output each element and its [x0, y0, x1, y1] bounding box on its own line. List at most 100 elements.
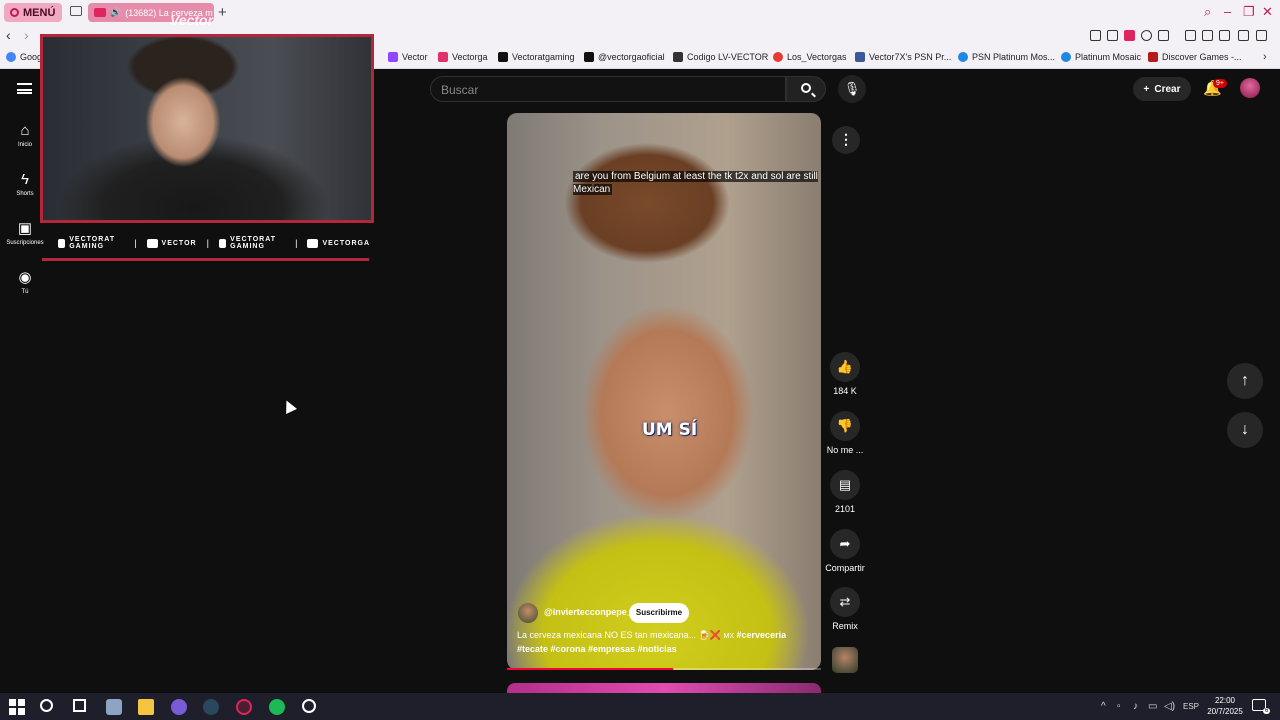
- tray-app-icon[interactable]: ▫: [1117, 701, 1121, 712]
- spotify-icon[interactable]: [269, 699, 285, 715]
- account-avatar[interactable]: [1240, 78, 1260, 98]
- account-icon[interactable]: [1219, 30, 1230, 41]
- heart-icon[interactable]: [1158, 30, 1169, 41]
- short-video-player[interactable]: [507, 113, 821, 670]
- task-view-icon[interactable]: [73, 699, 86, 712]
- minimize-button[interactable]: –: [1224, 4, 1231, 19]
- bookmark-los-vectorgas[interactable]: Los_Vectorgas: [773, 52, 847, 62]
- bookmark-discover-games[interactable]: Discover Games -...: [1148, 52, 1242, 62]
- discord-icon[interactable]: [171, 699, 187, 715]
- separator: |: [134, 238, 137, 248]
- webcam-logo: Vector: [170, 12, 214, 28]
- back-arrow-icon[interactable]: ‹: [6, 27, 11, 43]
- bookmark-vectoratgaming[interactable]: Vectoratgaming: [498, 52, 575, 62]
- tiktok-icon: [584, 52, 594, 62]
- extension-d-icon[interactable]: [1185, 30, 1196, 41]
- more-options-button[interactable]: ⋮: [832, 126, 860, 154]
- share-icon: ➦: [830, 529, 860, 559]
- hamburger-menu-icon[interactable]: [17, 83, 32, 94]
- comments-button[interactable]: ▤ 2101: [822, 470, 868, 514]
- forward-arrow-icon[interactable]: ›: [24, 27, 29, 43]
- tab-island-icon[interactable]: [70, 6, 82, 16]
- pin-icon[interactable]: [1090, 30, 1101, 41]
- previous-short-button[interactable]: ↑: [1227, 363, 1263, 399]
- microphone-icon: 🎙: [843, 81, 861, 96]
- social-bar-underline: [42, 258, 369, 261]
- next-short-button[interactable]: ↓: [1227, 412, 1263, 448]
- share-button[interactable]: ➦ Compartir: [822, 529, 868, 573]
- sound-thumbnail[interactable]: [832, 647, 858, 673]
- reddit-icon: [773, 52, 783, 62]
- bookmark-vectorga[interactable]: Vectorga: [438, 52, 488, 62]
- bookmark-google[interactable]: Goog: [6, 52, 42, 62]
- browser-menu-button[interactable]: MENÚ: [4, 3, 62, 22]
- speaker-icon: 🔊: [110, 7, 122, 17]
- bookmark-codigo[interactable]: Codigo LV-VECTOR: [673, 52, 768, 62]
- extensions-icon[interactable]: [1202, 30, 1213, 41]
- thumbs-down-icon: 👎: [830, 411, 860, 441]
- thumbs-up-icon: 👍: [830, 352, 860, 382]
- bookmark-psn-profile[interactable]: Vector7X's PSN Pr...: [855, 52, 951, 62]
- create-button[interactable]: + Crear: [1133, 77, 1191, 101]
- download-icon[interactable]: [1238, 30, 1249, 41]
- twitter-icon: [218, 238, 227, 248]
- network-icon[interactable]: ▭: [1148, 701, 1157, 712]
- obs-icon[interactable]: [302, 699, 316, 713]
- explorer-app-icon[interactable]: [106, 699, 122, 715]
- remix-button[interactable]: ⇄ Remix: [822, 587, 868, 631]
- remix-icon: ⇄: [830, 587, 860, 617]
- subscribe-button[interactable]: Suscribirme: [629, 603, 689, 623]
- snapshot-icon[interactable]: [1107, 30, 1118, 41]
- twitch-icon: [388, 52, 398, 62]
- search-icon: [801, 83, 811, 93]
- volume-icon[interactable]: ◁): [1164, 701, 1175, 712]
- hashtag-link[interactable]: #cerveceria: [737, 630, 787, 640]
- windows-taskbar: [0, 693, 1280, 720]
- notification-badge: 9+: [1213, 79, 1227, 88]
- bookmark-psn-mosaic[interactable]: PSN Platinum Mos...: [958, 52, 1055, 62]
- you-icon: ◉: [18, 269, 32, 286]
- video-description[interactable]: La cerveza mexicana NO ES tan mexicana..…: [517, 629, 807, 656]
- microphone-icon[interactable]: ♪: [1133, 701, 1138, 712]
- search-icon[interactable]: [40, 699, 53, 712]
- close-button[interactable]: ✕: [1262, 4, 1273, 20]
- channel-name[interactable]: @inviertecconpepe_: [544, 607, 632, 617]
- tray-overflow-icon[interactable]: ^: [1101, 701, 1106, 712]
- new-tab-button[interactable]: +: [218, 4, 227, 21]
- twitch-icon: [146, 238, 158, 248]
- folder-icon[interactable]: [138, 699, 154, 715]
- sidebar-item-you[interactable]: ◉ Tú: [0, 269, 50, 295]
- globe-icon: [1061, 52, 1071, 62]
- google-icon: [6, 52, 16, 62]
- language-indicator[interactable]: ESP: [1183, 702, 1199, 711]
- separator: |: [206, 238, 209, 248]
- bookmark-icon: [673, 52, 683, 62]
- x-icon: [498, 52, 508, 62]
- bookmark-platinum-mosaic[interactable]: Platinum Mosaic: [1061, 52, 1141, 62]
- next-short-preview[interactable]: [507, 683, 821, 693]
- steam-icon[interactable]: [203, 699, 219, 715]
- search-button[interactable]: [786, 76, 826, 102]
- pocket-icon[interactable]: [1124, 30, 1135, 41]
- maximize-button[interactable]: ❐: [1243, 4, 1255, 20]
- hashtag-link[interactable]: #tecate #corona #empresas #noticias: [517, 644, 677, 654]
- bookmark-vector[interactable]: Vector: [388, 52, 428, 62]
- search-tabs-icon[interactable]: ⌕: [1204, 4, 1211, 20]
- opera-gx-icon[interactable]: [236, 699, 252, 715]
- easy-setup-icon[interactable]: [1256, 30, 1267, 41]
- like-button[interactable]: 👍 184 K: [822, 352, 868, 396]
- search-input[interactable]: Buscar: [430, 76, 786, 102]
- dislike-button[interactable]: 👎 No me ...: [822, 411, 868, 455]
- voice-search-button[interactable]: 🎙: [838, 75, 866, 103]
- windows-start-icon[interactable]: [9, 699, 25, 715]
- youtube-icon: [58, 238, 66, 248]
- bookmarks-overflow-icon[interactable]: ›: [1263, 51, 1267, 63]
- clock[interactable]: 22:00 20/7/2025: [1205, 695, 1245, 717]
- video-caption-top: are you from Belgium at least the tk t2x…: [573, 171, 818, 195]
- channel-avatar[interactable]: [518, 603, 538, 623]
- social-youtube: VECTORAT GAMING: [58, 236, 124, 250]
- play-icon[interactable]: [1141, 30, 1152, 41]
- instagram-icon: [307, 238, 319, 248]
- bookmark-tiktok[interactable]: @vectorgaoficial: [584, 52, 665, 62]
- video-progress-fill: [507, 668, 673, 670]
